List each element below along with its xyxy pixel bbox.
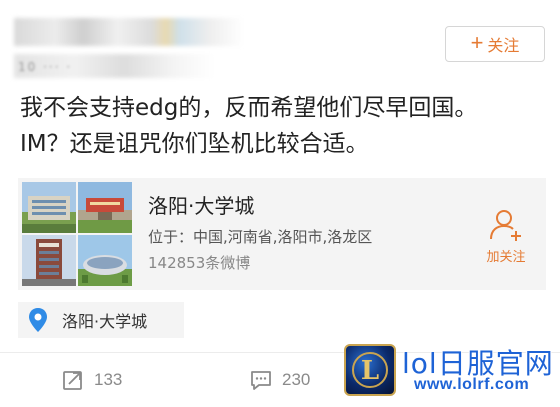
svg-text:L: L [361,356,379,386]
place-location: 位于：中国,河南省,洛阳市,洛龙区 [148,228,373,246]
blurred-user-header: 10 ··· · [14,8,264,80]
comment-icon [251,371,271,390]
campus-stadium-photo [78,235,132,286]
follow-button[interactable]: + 关注 [445,26,545,62]
blurred-timestamp: 10 ··· · [18,60,73,74]
blurred-username [14,18,244,46]
comment-button[interactable]: 230 [250,366,310,394]
place-post-count: 142853条微博 [148,254,251,272]
campus-tower-photo [22,235,76,286]
campus-gate-photo [78,182,132,233]
repost-icon [63,371,82,390]
repost-count: 133 [94,370,123,389]
add-user-icon [490,210,521,241]
post-text: 我不会支持edg的，反而希望他们尽早回国。IM？还是诅咒你们坠机比较合适。 [20,95,478,157]
watermark-url: www.lolrf.com [414,376,530,393]
comment-count: 230 [282,370,311,389]
campus-building-photo [22,182,76,233]
plus-icon: + [470,30,484,55]
place-follow-button[interactable]: 加关注 [476,208,536,268]
place-follow-label: 加关注 [486,250,526,265]
follow-button-label: 关注 [487,38,520,55]
place-card[interactable]: 洛阳·大学城 位于：中国,河南省,洛阳市,洛龙区 142853条微博 加关注 [18,178,546,290]
map-pin-icon [29,308,47,332]
place-name[interactable]: 洛阳·大学城 [148,190,254,219]
repost-button[interactable]: 133 [62,366,122,394]
location-chip[interactable]: 洛阳·大学城 [18,302,184,338]
location-chip-label: 洛阳·大学城 [62,312,148,331]
lol-logo-icon: L [344,344,396,396]
place-thumbnails [22,182,132,286]
site-watermark: L lol日服官网 www.lolrf.com [344,344,556,404]
